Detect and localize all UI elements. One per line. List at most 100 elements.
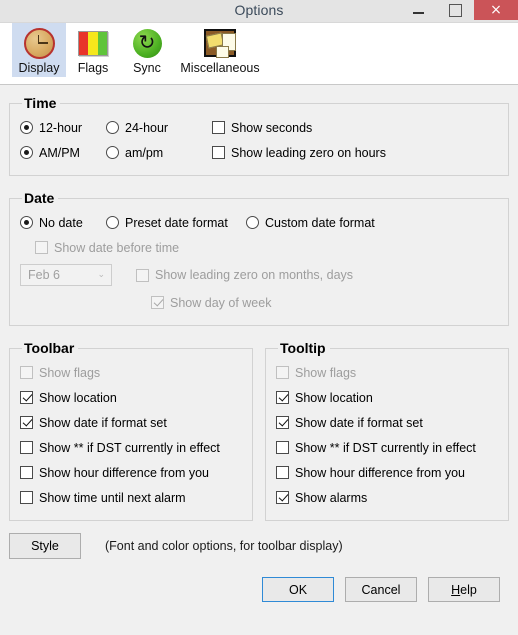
close-button[interactable]: ×: [474, 0, 518, 20]
preset-date-format-combo[interactable]: Feb 6 ⌄: [20, 264, 112, 286]
tab-sync-label: Sync: [133, 61, 161, 75]
cancel-button[interactable]: Cancel: [345, 577, 417, 602]
checkbox-icon: [136, 268, 149, 282]
checkbox-icon: [212, 121, 225, 134]
checkbox-show-day-of-week-label: Show day of week: [170, 295, 272, 310]
checkbox-icon: [20, 466, 33, 479]
radio-12-hour-label: 12-hour: [39, 120, 83, 135]
checkbox-show-leading-zero-hours[interactable]: Show leading zero on hours: [212, 146, 386, 160]
date-mode-row: No date Preset date format Custom date f…: [20, 210, 498, 235]
list-item: Show hour difference from you: [276, 460, 498, 485]
checkbox-show-day-of-week[interactable]: Show day of week: [151, 296, 271, 310]
checkbox-icon: [151, 296, 164, 309]
tooltip-checkbox-show-date[interactable]: Show date if format set: [276, 416, 423, 430]
tab-miscellaneous-label: Miscellaneous: [180, 61, 260, 75]
tab-display[interactable]: Display: [12, 23, 66, 77]
options-content: Time 12-hour 24-hour Show seconds AM/PM: [0, 85, 518, 521]
radio-icon: [246, 216, 259, 229]
checkbox-icon: [276, 366, 289, 379]
preset-date-format-value: Feb 6: [28, 268, 60, 282]
show-day-of-week-row: Show day of week: [20, 290, 498, 315]
checkbox-icon: [20, 491, 33, 504]
date-group: Date No date Preset date format Custom d…: [9, 190, 509, 326]
list-item: Show ** if DST currently in effect: [276, 435, 498, 460]
radio-no-date[interactable]: No date: [20, 216, 106, 230]
checkbox-icon: [276, 441, 289, 454]
checkbox-icon: [276, 491, 289, 504]
checkbox-show-date-before-time[interactable]: Show date before time: [35, 241, 179, 255]
checkbox-show-leading-zero-months-days[interactable]: Show leading zero on months, days: [136, 268, 353, 282]
tooltip-checkbox-show-alarms-label: Show alarms: [295, 490, 368, 505]
checkbox-icon: [276, 391, 289, 404]
radio-24-hour[interactable]: 24-hour: [106, 121, 212, 135]
radio-12-hour[interactable]: 12-hour: [20, 121, 106, 135]
toolbar-checkbox-show-location-label: Show location: [39, 390, 117, 405]
toolbar-group: Toolbar Show flags Show location Show da…: [9, 340, 253, 521]
list-item: Show flags: [20, 360, 242, 385]
show-date-before-time-row: Show date before time: [20, 235, 498, 260]
toolbar-tooltip-row: Toolbar Show flags Show location Show da…: [9, 340, 509, 521]
toolbar-checkbox-show-location[interactable]: Show location: [20, 391, 117, 405]
checkbox-icon: [20, 441, 33, 454]
list-item: Show ** if DST currently in effect: [20, 435, 242, 460]
checkbox-icon: [20, 416, 33, 429]
checkbox-icon: [276, 416, 289, 429]
tooltip-checkbox-show-dst[interactable]: Show ** if DST currently in effect: [276, 441, 476, 455]
title-bar: Options ×: [0, 0, 518, 23]
list-item: Show time until next alarm: [20, 485, 242, 510]
style-note: (Font and color options, for toolbar dis…: [105, 539, 343, 553]
checkbox-show-seconds[interactable]: Show seconds: [212, 121, 312, 135]
radio-icon: [20, 216, 33, 229]
help-accelerator: H: [451, 582, 461, 597]
tooltip-checkbox-hour-difference[interactable]: Show hour difference from you: [276, 466, 465, 480]
tooltip-checkbox-show-flags-label: Show flags: [295, 365, 357, 380]
dialog-buttons: OK Cancel Help: [9, 577, 509, 602]
tooltip-checkbox-show-flags[interactable]: Show flags: [276, 366, 356, 380]
style-row: Style (Font and color options, for toolb…: [9, 533, 509, 559]
meridiem-case-row: AM/PM am/pm Show leading zero on hours: [20, 140, 498, 165]
radio-ampm-lower[interactable]: am/pm: [106, 146, 212, 160]
minimize-button[interactable]: [400, 0, 437, 20]
toolbar-checkbox-show-date-label: Show date if format set: [39, 415, 167, 430]
radio-24-hour-label: 24-hour: [125, 120, 169, 135]
tab-strip: Display Flags ↻ Sync Miscellaneous: [0, 23, 518, 85]
list-item: Show location: [276, 385, 498, 410]
toolbar-checkbox-show-flags[interactable]: Show flags: [20, 366, 100, 380]
radio-preset-date-format[interactable]: Preset date format: [106, 216, 246, 230]
radio-icon: [20, 146, 33, 159]
chevron-down-icon: ⌄: [97, 270, 105, 280]
flag-icon: [68, 26, 118, 60]
toolbar-checkbox-hour-difference[interactable]: Show hour difference from you: [20, 466, 209, 480]
tab-display-label: Display: [18, 61, 60, 75]
checkbox-show-leading-zero-months-days-label: Show leading zero on months, days: [155, 268, 354, 282]
toolbar-checkbox-next-alarm[interactable]: Show time until next alarm: [20, 491, 186, 505]
toolbar-checkbox-hour-difference-label: Show hour difference from you: [39, 465, 210, 480]
radio-icon: [106, 216, 119, 229]
style-button[interactable]: Style: [9, 533, 81, 559]
list-item: Show date if format set: [20, 410, 242, 435]
ok-button[interactable]: OK: [262, 577, 334, 602]
radio-ampm-upper[interactable]: AM/PM: [20, 146, 106, 160]
tooltip-checkbox-show-date-label: Show date if format set: [295, 415, 423, 430]
radio-icon: [20, 121, 33, 134]
checkbox-icon: [20, 366, 33, 379]
radio-custom-date-format[interactable]: Custom date format: [246, 216, 375, 230]
tooltip-checkbox-show-location[interactable]: Show location: [276, 391, 373, 405]
toolbar-checkbox-next-alarm-label: Show time until next alarm: [39, 490, 186, 505]
tooltip-checkbox-show-dst-label: Show ** if DST currently in effect: [295, 440, 476, 455]
radio-custom-date-format-label: Custom date format: [265, 215, 375, 230]
tab-sync[interactable]: ↻ Sync: [120, 23, 174, 77]
maximize-button[interactable]: [437, 0, 474, 20]
help-button[interactable]: Help: [428, 577, 500, 602]
radio-preset-date-format-label: Preset date format: [125, 215, 228, 230]
sticky-notes-icon: [176, 26, 264, 60]
radio-icon: [106, 121, 119, 134]
tooltip-checkbox-show-alarms[interactable]: Show alarms: [276, 491, 367, 505]
checkbox-icon: [35, 241, 48, 254]
tab-miscellaneous[interactable]: Miscellaneous: [174, 23, 266, 77]
toolbar-checkbox-show-dst[interactable]: Show ** if DST currently in effect: [20, 441, 220, 455]
toolbar-checkbox-show-date[interactable]: Show date if format set: [20, 416, 167, 430]
list-item: Show flags: [276, 360, 498, 385]
minimize-icon: [413, 11, 424, 14]
tab-flags[interactable]: Flags: [66, 23, 120, 77]
